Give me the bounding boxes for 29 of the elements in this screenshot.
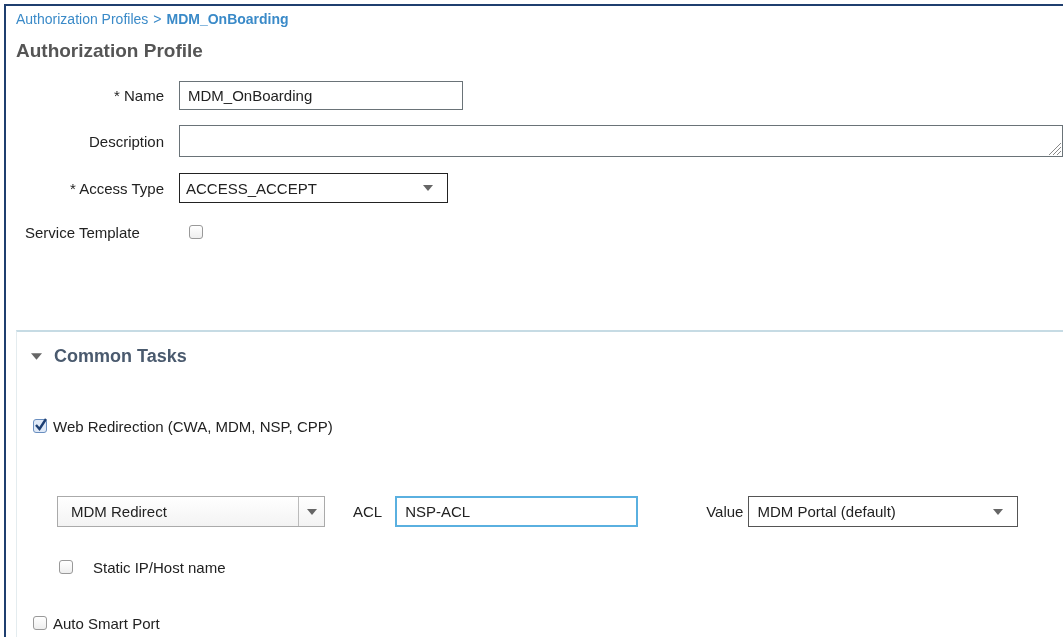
field-label: * Access Type — [69, 179, 164, 197]
access-type-dropdown[interactable]: ACCESS_ACCEPT — [179, 173, 448, 203]
field-label: Description — [87, 132, 164, 150]
page-title: Authorization Profile — [16, 40, 204, 63]
redirect-type-dropdown[interactable]: MDM Redirect — [57, 496, 325, 527]
breadcrumb-link[interactable]: Authorization Profiles — [16, 11, 149, 27]
checkbox[interactable] — [189, 225, 203, 239]
breadcrumb-separator: > — [153, 11, 162, 27]
checkbox-label: Web Redirection (CWA, MDM, NSP, CPP) — [53, 417, 333, 435]
checkbox[interactable] — [59, 560, 73, 574]
description-field[interactable] — [179, 125, 1063, 157]
field-label: * Name — [112, 87, 164, 104]
name-field[interactable]: MDM_OnBoarding — [179, 81, 463, 110]
resize-grip-icon[interactable] — [1049, 143, 1061, 155]
checkbox-label: Auto Smart Port — [53, 614, 160, 632]
checkbox[interactable] — [33, 419, 47, 433]
value-dropdown[interactable]: MDM Portal (default) — [748, 496, 1019, 527]
caret-icon — [306, 508, 317, 515]
field-label: Service Template — [25, 223, 141, 241]
acl-field[interactable]: NSP-ACL — [395, 496, 639, 527]
field-label: Value — [706, 503, 744, 520]
caret-icon — [423, 185, 433, 191]
section-title[interactable]: Common Tasks — [54, 345, 187, 367]
breadcrumb-current: MDM_OnBoarding — [166, 11, 289, 27]
checkbox[interactable] — [33, 616, 47, 630]
field-label: ACL — [353, 503, 383, 520]
collapse-triangle-icon[interactable] — [31, 352, 42, 360]
checkbox-label: Static IP/Host name — [93, 558, 226, 576]
caret-icon — [993, 508, 1004, 515]
